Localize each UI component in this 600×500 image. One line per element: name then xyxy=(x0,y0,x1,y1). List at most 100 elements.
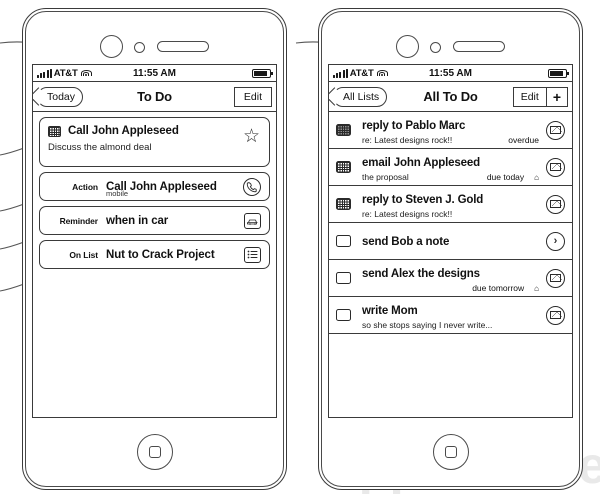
detail-card-list: Call John Appleseed Discuss the almond d… xyxy=(33,112,276,269)
row-title: reply to Pablo Marc xyxy=(362,119,466,132)
battery-icon xyxy=(252,68,273,78)
mail-icon[interactable] xyxy=(546,268,565,288)
home-button[interactable] xyxy=(432,434,469,470)
row-subtitle: re: Latest designs rock!! xyxy=(362,134,453,145)
table-row[interactable]: reply to Pablo Marc re: Latest designs r… xyxy=(329,112,572,149)
row-accessory[interactable] xyxy=(546,157,565,177)
row-meta: re: Latest designs rock!! overdue xyxy=(362,135,539,145)
todo-subtitle: Discuss the almond deal xyxy=(48,142,152,153)
empty-checkbox-icon[interactable] xyxy=(336,272,351,284)
back-button-label: Today xyxy=(47,90,76,103)
front-camera-icon xyxy=(396,35,419,58)
home-button[interactable] xyxy=(136,434,173,470)
row-accessory[interactable]: › xyxy=(546,231,565,251)
chevron-right-icon[interactable]: › xyxy=(546,231,565,251)
row-title: write Mom xyxy=(362,304,418,317)
screen-left: AT&T 11:55 AM Today To Do Edit Call John… xyxy=(32,64,277,418)
row-meta: so she stops saying I never write... xyxy=(362,320,539,330)
row-meta: the proposal due today ⌂ xyxy=(362,172,539,182)
row-accessory[interactable] xyxy=(546,305,565,325)
row-meta: due tomorrow ⌂ xyxy=(362,283,539,293)
mail-icon[interactable] xyxy=(546,120,565,140)
phone-icon[interactable] xyxy=(243,177,261,196)
row-subtitle: the proposal xyxy=(362,171,409,182)
edit-button-label: Edit xyxy=(520,90,539,103)
row-subtitle: re: Latest designs rock!! xyxy=(362,208,453,219)
back-button-label: All Lists xyxy=(343,90,380,103)
todo-title: Call John Appleseed xyxy=(68,125,179,137)
reminder-row-value: when in car xyxy=(106,214,169,227)
row-text: write Mom so she stops saying I never wr… xyxy=(362,301,539,330)
empty-checkbox-icon[interactable] xyxy=(336,235,351,247)
row-text: send Bob a note xyxy=(362,232,539,250)
row-title: send Bob a note xyxy=(362,236,450,248)
battery-icon xyxy=(548,68,569,78)
todo-title-row: Call John Appleseed xyxy=(48,125,260,137)
row-due: due today xyxy=(486,171,525,182)
row-due: overdue xyxy=(508,134,539,145)
row-title: send Alex the designs xyxy=(362,267,480,280)
back-button-all-lists[interactable]: All Lists xyxy=(333,86,388,107)
screen-right: AT&T 11:55 AM All Lists All To Do Edit + xyxy=(328,64,573,418)
grid-checkbox-icon[interactable] xyxy=(336,124,351,136)
edit-button[interactable]: Edit xyxy=(233,86,272,107)
table-row[interactable]: write Mom so she stops saying I never wr… xyxy=(329,297,572,334)
earpiece-speaker-icon xyxy=(453,41,505,52)
add-button-label: + xyxy=(552,88,561,105)
status-bar: AT&T 11:55 AM xyxy=(33,65,276,82)
front-camera-icon xyxy=(100,35,123,58)
reminder-row-accessory[interactable] xyxy=(244,212,261,229)
car-icon[interactable] xyxy=(244,212,261,229)
table-row[interactable]: send Bob a note › xyxy=(329,223,572,260)
proximity-sensor-icon xyxy=(430,42,441,53)
row-meta: re: Latest designs rock!! xyxy=(362,209,539,219)
status-clock: 11:55 AM xyxy=(429,67,472,79)
table-row[interactable]: send Alex the designs due tomorrow ⌂ xyxy=(329,260,572,297)
star-icon[interactable]: ☆ xyxy=(243,127,260,146)
nav-bar: All Lists All To Do Edit + xyxy=(329,82,572,112)
reminder-row-label: Reminder xyxy=(59,215,99,226)
row-text: reply to Steven J. Gold re: Latest desig… xyxy=(362,190,539,219)
action-row-accessory[interactable] xyxy=(243,177,261,196)
row-subtitle: so she stops saying I never write... xyxy=(362,319,493,330)
row-text: email John Appleseed the proposal due to… xyxy=(362,153,539,182)
row-accessory[interactable] xyxy=(546,194,565,214)
row-title: reply to Steven J. Gold xyxy=(362,193,484,206)
mail-icon[interactable] xyxy=(546,305,565,325)
action-row-label: Action xyxy=(72,181,98,192)
action-row-card[interactable]: Action Call John Appleseed mobile xyxy=(39,172,270,201)
edit-button[interactable]: Edit xyxy=(514,88,546,106)
proximity-sensor-icon xyxy=(134,42,145,53)
empty-checkbox-icon[interactable] xyxy=(336,309,351,321)
mail-icon[interactable] xyxy=(546,194,565,214)
earpiece-speaker-icon xyxy=(157,41,209,52)
phone-left: AT&T 11:55 AM Today To Do Edit Call John… xyxy=(22,8,287,490)
row-accessory[interactable] xyxy=(546,120,565,140)
nav-bar: Today To Do Edit xyxy=(33,82,276,112)
row-accessory[interactable] xyxy=(546,268,565,288)
status-clock: 11:55 AM xyxy=(133,67,176,79)
onlist-row-card[interactable]: On List Nut to Crack Project xyxy=(39,240,270,269)
list-icon[interactable] xyxy=(244,246,261,263)
alarm-bell-icon: ⌂ xyxy=(534,283,539,293)
back-button-today[interactable]: Today xyxy=(37,86,84,107)
status-bar: AT&T 11:55 AM xyxy=(329,65,572,82)
onlist-row-value: Nut to Crack Project xyxy=(106,248,215,261)
edit-button-label: Edit xyxy=(243,90,262,103)
alarm-bell-icon: ⌂ xyxy=(534,172,539,182)
table-row[interactable]: email John Appleseed the proposal due to… xyxy=(329,149,572,186)
grid-checkbox-icon[interactable] xyxy=(336,161,351,173)
table-row[interactable]: reply to Steven J. Gold re: Latest desig… xyxy=(329,186,572,223)
grid-checkbox-icon[interactable] xyxy=(48,125,61,137)
row-text: send Alex the designs due tomorrow ⌂ xyxy=(362,264,539,293)
mail-icon[interactable] xyxy=(546,157,565,177)
reminder-row-card[interactable]: Reminder when in car xyxy=(39,206,270,235)
onlist-row-accessory[interactable] xyxy=(244,246,261,263)
row-due: due tomorrow xyxy=(472,282,525,293)
todo-detail-card[interactable]: Call John Appleseed Discuss the almond d… xyxy=(39,117,270,167)
onlist-row-label: On List xyxy=(69,249,98,260)
add-button[interactable]: + xyxy=(545,87,567,106)
row-title: email John Appleseed xyxy=(362,156,480,169)
patent-figure: AppleInsider AT&T xyxy=(0,0,600,500)
grid-checkbox-icon[interactable] xyxy=(336,198,351,210)
